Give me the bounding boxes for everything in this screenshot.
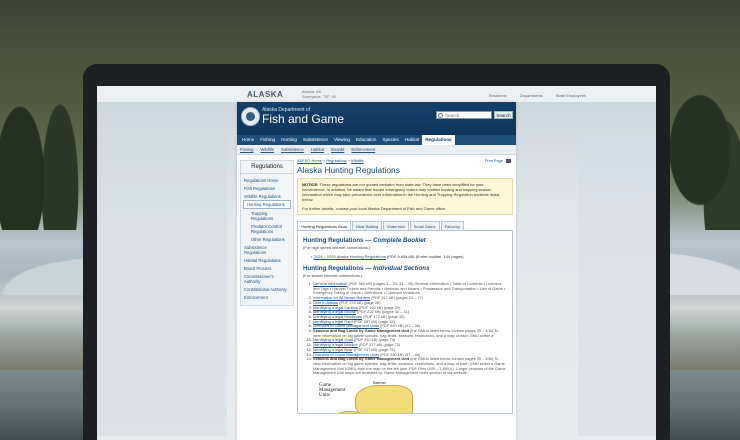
org-name[interactable]: Fish and Game bbox=[262, 112, 344, 126]
sidebar-item-fish-regulations[interactable]: Fish Regulations bbox=[241, 184, 293, 192]
main-content: ADF&G Home » Regulations » Wildlife Prin… bbox=[297, 158, 513, 414]
list-item: Seasons and Bag Limits by Game Managemen… bbox=[313, 356, 507, 376]
sidebar-item-hunting-regulations[interactable]: Hunting Regulations bbox=[243, 200, 291, 209]
sidebar-item-regulations-home[interactable]: Regulations Home bbox=[241, 176, 293, 184]
laptop-frame: ALASKA Alaska, AK Sunnyside, 75F, 60 Res… bbox=[83, 64, 670, 440]
notice-contact: For further details, contact your local … bbox=[302, 206, 447, 211]
tab-falconry[interactable]: Falconry bbox=[440, 221, 465, 230]
sidebar-title: Regulations bbox=[241, 161, 293, 174]
background-right-panel bbox=[578, 136, 656, 436]
nav-hunting[interactable]: Hunting bbox=[278, 135, 300, 145]
map-place-label: Barrow bbox=[373, 380, 386, 386]
sidebar-item-board-process[interactable]: Board Process bbox=[241, 264, 293, 272]
tab-waterfowl[interactable]: Waterfowl bbox=[383, 221, 409, 230]
gmu-map-title: Game Management Units bbox=[319, 383, 346, 399]
nav-home[interactable]: Home bbox=[239, 135, 257, 145]
list-item: General Information (PDF 960 kB) (pages … bbox=[313, 281, 507, 296]
nav-residents[interactable]: Residents bbox=[489, 93, 507, 98]
gmu-map[interactable]: Game Management Units Barrow bbox=[317, 380, 417, 413]
subnav-boards[interactable]: Boards bbox=[331, 147, 344, 152]
section-individual-heading: Hunting Regulations — Individual Section… bbox=[303, 265, 430, 272]
nav-fishing[interactable]: Fishing bbox=[257, 135, 278, 145]
nav-subsistence[interactable]: Subsistence bbox=[300, 135, 331, 145]
print-page-link[interactable]: Print Page bbox=[485, 158, 503, 163]
adfg-seal-icon[interactable] bbox=[241, 107, 260, 126]
sidebar: Regulations Regulations Home Fish Regula… bbox=[240, 160, 294, 306]
notice-box: NOTICE: These regulations are not quoted… bbox=[297, 178, 513, 215]
laptop-screen: ALASKA Alaska, AK Sunnyside, 75F, 60 Res… bbox=[97, 86, 656, 440]
regulation-tabs: Hunting Regulations Book Bear Baiting Wa… bbox=[297, 221, 513, 231]
search-icon bbox=[438, 113, 443, 118]
tab-bear-baiting[interactable]: Bear Baiting bbox=[352, 221, 383, 230]
breadcrumb-wildlife[interactable]: Wildlife bbox=[351, 158, 364, 163]
sidebar-item-commissioners-authority[interactable]: Commissioner's Authority bbox=[241, 272, 293, 285]
main-nav: Home Fishing Hunting Subsistence Viewing… bbox=[237, 135, 516, 145]
tab-small-game[interactable]: Small Game bbox=[409, 221, 440, 230]
tab-panel: Hunting Regulations — Complete Booklet (… bbox=[297, 231, 513, 414]
subnav-subsistence[interactable]: Subsistence bbox=[281, 147, 304, 152]
sidebar-item-other-regulations[interactable]: Other Regulations bbox=[241, 235, 293, 243]
site-header: Alaska Department of Fish and Game Searc… bbox=[237, 102, 516, 135]
sidebar-item-trapping-regulations[interactable]: Trapping Regulations bbox=[241, 209, 293, 222]
adfg-page: Alaska Department of Fish and Game Searc… bbox=[237, 102, 516, 440]
alaska-logo[interactable]: ALASKA bbox=[247, 90, 283, 99]
search-button[interactable]: Search bbox=[494, 111, 513, 119]
nav-education[interactable]: Education bbox=[353, 135, 379, 145]
print-icon[interactable] bbox=[506, 158, 511, 163]
sidebar-item-habitat-regulations[interactable]: Habitat Regulations bbox=[241, 256, 293, 264]
subnav-fishing[interactable]: Fishing bbox=[240, 147, 254, 152]
complete-booklet-link[interactable]: 2024 – 2025 Alaska Hunting Regulations bbox=[314, 254, 386, 259]
aleutian-map-shape[interactable] bbox=[337, 411, 363, 413]
breadcrumb-regulations[interactable]: Regulations bbox=[326, 158, 347, 163]
nav-departments[interactable]: Departments bbox=[520, 93, 543, 98]
sub-nav: Fishing Wildlife Subsistence Habitat Boa… bbox=[237, 145, 516, 155]
sidebar-item-enforcement[interactable]: Enforcement bbox=[241, 293, 293, 301]
page-tools: Print Page bbox=[485, 158, 511, 163]
breadcrumb: ADF&G Home » Regulations » Wildlife bbox=[297, 158, 364, 163]
nav-species[interactable]: Species bbox=[379, 135, 401, 145]
complete-booklet-item: • 2024 – 2025 Alaska Hunting Regulations… bbox=[311, 254, 464, 259]
background-left-panel bbox=[97, 136, 227, 436]
section-complete-booklet-note: (For high speed internet connections.) bbox=[303, 245, 371, 250]
sidebar-item-constitutional-authority[interactable]: Constitutional Authority bbox=[241, 285, 293, 293]
page-title: Alaska Hunting Regulations bbox=[297, 165, 400, 175]
nav-state-employees[interactable]: State Employees bbox=[556, 93, 586, 98]
section-individual-note: (For slower internet connections.) bbox=[303, 273, 363, 278]
tab-hunting-regulations-book[interactable]: Hunting Regulations Book bbox=[297, 221, 352, 230]
section-list: General Information (PDF 960 kB) (pages … bbox=[313, 281, 507, 376]
notice-text: These regulations are not quoted verbati… bbox=[302, 182, 500, 202]
background-nav: Residents Departments State Employees bbox=[477, 93, 586, 98]
alaska-map-shape[interactable] bbox=[355, 385, 413, 413]
search-input[interactable]: Search bbox=[436, 111, 492, 119]
nav-habitat[interactable]: Habitat bbox=[402, 135, 423, 145]
background-user-info: Alaska, AK Sunnyside, 75F, 60 bbox=[302, 89, 337, 99]
sidebar-item-wildlife-regulations[interactable]: Wildlife Regulations bbox=[241, 192, 293, 200]
background-topbar: ALASKA Alaska, AK Sunnyside, 75F, 60 Res… bbox=[97, 86, 656, 102]
nav-regulations[interactable]: Regulations bbox=[422, 135, 455, 145]
subnav-habitat[interactable]: Habitat bbox=[311, 147, 324, 152]
section-complete-booklet-heading: Hunting Regulations — Complete Booklet bbox=[303, 237, 426, 244]
subnav-wildlife[interactable]: Wildlife bbox=[261, 147, 275, 152]
breadcrumb-home[interactable]: ADF&G Home bbox=[297, 158, 322, 163]
subnav-enforcement[interactable]: Enforcement bbox=[351, 147, 375, 152]
nav-viewing[interactable]: Viewing bbox=[331, 135, 353, 145]
sidebar-item-subsistence-regulations[interactable]: Subsistence Regulations bbox=[241, 243, 293, 256]
sidebar-item-predator-control[interactable]: Predator Control Regulations bbox=[241, 222, 293, 235]
